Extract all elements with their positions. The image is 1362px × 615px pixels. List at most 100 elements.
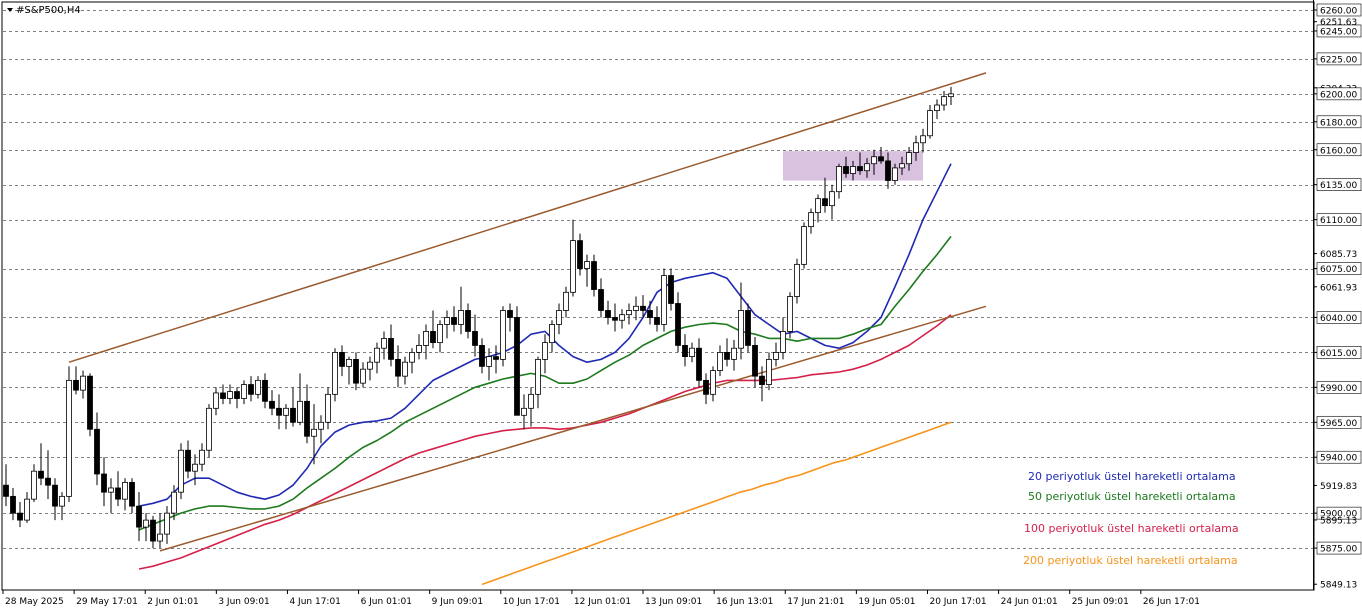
- candle-body: [3, 484, 9, 497]
- candle: [801, 222, 807, 269]
- candle-body: [416, 345, 422, 353]
- candle-body: [766, 358, 772, 385]
- candle-body: [402, 361, 408, 377]
- time-label: 2 Jun 01:01: [147, 597, 198, 607]
- symbol-title: #S&P500,H4: [16, 5, 81, 16]
- candle-body: [521, 407, 527, 416]
- time-label: 9 Jun 09:01: [432, 597, 483, 607]
- time-label: 10 Jun 17:01: [503, 597, 560, 607]
- candle-body: [570, 240, 576, 293]
- candle: [206, 404, 212, 458]
- time-label: 17 Jun 21:01: [787, 597, 844, 607]
- candle-body: [549, 324, 555, 344]
- candle-body: [717, 352, 723, 371]
- candle-body: [584, 261, 590, 269]
- chart-title: #S&P500,H4: [7, 5, 81, 16]
- candle-body: [94, 428, 100, 475]
- candle-body: [269, 400, 275, 409]
- candle-body: [423, 331, 429, 346]
- candle-body: [143, 519, 149, 528]
- candle-body: [626, 310, 632, 316]
- candle-body: [654, 317, 660, 325]
- candle-body: [283, 407, 289, 416]
- candle-body: [843, 166, 849, 174]
- candle-body: [612, 317, 618, 321]
- time-label: 13 Jun 09:01: [645, 597, 702, 607]
- candle: [178, 443, 184, 500]
- candle-body: [220, 392, 226, 399]
- candle-body: [178, 449, 184, 493]
- candle-body: [640, 305, 646, 311]
- time-label: 24 Jun 01:01: [1001, 597, 1058, 607]
- time-label: 16 Jun 13:01: [716, 597, 773, 607]
- price-label: 5895.13: [1320, 516, 1357, 526]
- price-label: 6085.73: [1320, 250, 1357, 260]
- candle-body: [598, 289, 604, 311]
- candle-body: [871, 156, 877, 165]
- candle-body: [493, 356, 499, 360]
- candle-body: [388, 338, 394, 360]
- candle: [794, 258, 800, 304]
- candle-body: [409, 352, 415, 363]
- candle: [514, 306, 520, 416]
- time-label: 28 May 2025: [5, 597, 64, 607]
- candle-body: [346, 358, 352, 367]
- candle-body: [325, 393, 331, 423]
- time-label: 29 May 17:01: [76, 597, 138, 607]
- time-label: 20 Jun 17:01: [929, 597, 986, 607]
- candle-body: [913, 142, 919, 153]
- candle-body: [675, 303, 681, 346]
- candle-body: [465, 310, 471, 332]
- candle-body: [227, 391, 233, 399]
- candle-body: [255, 379, 261, 395]
- candle-body: [311, 428, 317, 437]
- candle-body: [206, 407, 212, 451]
- candle-body: [619, 314, 625, 321]
- price-label: 5940.00: [1320, 454, 1357, 464]
- candle-body: [150, 519, 156, 542]
- candle-body: [444, 317, 450, 325]
- candle-body: [136, 505, 142, 528]
- candle-body: [451, 317, 457, 325]
- candle: [745, 303, 751, 353]
- candle-body: [927, 110, 933, 137]
- candle-body: [458, 310, 464, 325]
- price-label: 6245.00: [1320, 27, 1357, 37]
- candle-body: [73, 379, 79, 391]
- candle-body: [885, 160, 891, 181]
- candle-body: [703, 379, 709, 395]
- candle-body: [115, 487, 121, 500]
- candle: [66, 366, 72, 502]
- candle-body: [759, 375, 765, 385]
- candle-body: [395, 358, 401, 377]
- candle-body: [752, 345, 758, 377]
- candle-body: [892, 167, 898, 181]
- time-label: 25 Jun 09:01: [1072, 597, 1129, 607]
- candle-body: [850, 166, 856, 174]
- price-chart[interactable]: 6260.006251.636245.006225.006204.336200.…: [0, 0, 1362, 611]
- time-label: 3 Jun 09:01: [218, 597, 269, 607]
- time-label: 19 Jun 05:01: [858, 597, 915, 607]
- candle-body: [822, 198, 828, 207]
- price-label: 5990.00: [1320, 384, 1357, 394]
- candle-body: [353, 358, 359, 384]
- candle-body: [101, 473, 107, 493]
- candle-body: [108, 487, 114, 493]
- candle-body: [864, 163, 870, 172]
- candle-body: [542, 342, 548, 360]
- price-label: 6200.00: [1320, 90, 1357, 100]
- candle-body: [745, 310, 751, 346]
- candle-body: [563, 291, 569, 311]
- candle-body: [514, 317, 520, 416]
- candle-body: [836, 166, 842, 193]
- candle-body: [794, 263, 800, 297]
- candle-body: [479, 345, 485, 367]
- candle: [787, 292, 793, 339]
- price-label: 6225.00: [1320, 55, 1357, 65]
- candle-body: [668, 275, 674, 304]
- candle-body: [934, 104, 940, 112]
- time-label: 6 Jun 01:01: [361, 597, 412, 607]
- candle: [661, 268, 667, 332]
- candle-body: [738, 310, 744, 349]
- candle-body: [486, 356, 492, 367]
